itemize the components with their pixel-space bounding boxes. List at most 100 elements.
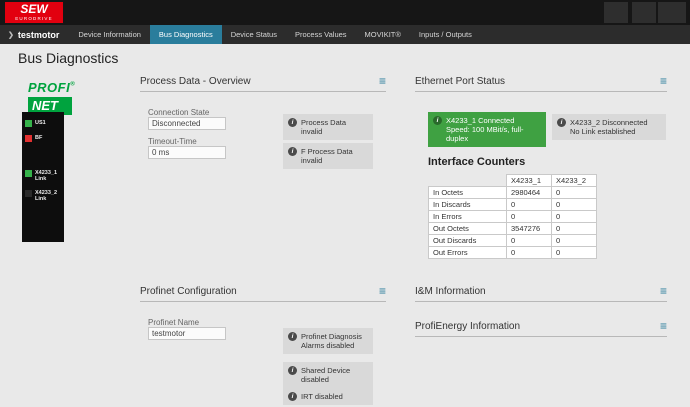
cell-value: 0 — [551, 198, 597, 211]
breadcrumb-device-name: testmotor — [17, 29, 60, 40]
info-icon: i — [288, 332, 297, 341]
cell-value: 3547276 — [506, 222, 552, 235]
connection-state-field[interactable] — [148, 117, 226, 130]
led-red-icon — [25, 135, 32, 142]
port-status-badge-x4233-1: i X4233_1 Connected Speed: 100 MBit/s, f… — [428, 112, 546, 147]
collapse-icon[interactable]: ≡ — [379, 75, 386, 87]
info-icon: i — [433, 116, 442, 125]
expand-icon[interactable]: ≡ — [660, 285, 667, 297]
led-label: X4233_1 Link — [35, 170, 58, 182]
titlebar-button-2[interactable] — [632, 2, 656, 23]
status-badge-irt: i IRT disabled — [283, 388, 373, 405]
led-x4233-1-link: X4233_1 Link — [25, 170, 61, 182]
table-row: In Octets 2980464 0 — [428, 186, 597, 199]
column-header: X4233_2 — [551, 174, 597, 187]
corner-cell — [429, 175, 507, 187]
row-label: Out Discards — [428, 234, 507, 247]
info-icon: i — [288, 392, 297, 401]
cell-value: 0 — [551, 234, 597, 247]
led-bf: BF — [25, 135, 61, 142]
section-header-profienergy-information: ProfiEnergy Information ≡ — [415, 320, 667, 337]
led-label: US1 — [35, 120, 46, 126]
led-us1: US1 — [25, 120, 61, 127]
cell-value: 0 — [506, 210, 552, 223]
cell-value: 0 — [551, 222, 597, 235]
badge-text: Profinet Diagnosis Alarms disabled — [301, 332, 362, 350]
sew-logo: SEW EURODRIVE — [5, 2, 63, 23]
connection-state-label: Connection State — [148, 108, 210, 117]
badge-text: IRT disabled — [301, 392, 343, 401]
tab-device-status[interactable]: Device Status — [222, 25, 286, 44]
status-badge-shared-device: i Shared Device disabled — [283, 362, 373, 388]
page-title: Bus Diagnostics — [18, 50, 119, 66]
collapse-icon[interactable]: ≡ — [379, 285, 386, 297]
section-title: ProfiEnergy Information — [415, 321, 521, 332]
led-label: BF — [35, 135, 43, 141]
tab-movikit[interactable]: MOVIKIT® — [356, 25, 410, 44]
cell-value: 0 — [506, 198, 552, 211]
timeout-time-field[interactable] — [148, 146, 226, 159]
timeout-time-label: Timeout-Time — [148, 137, 197, 146]
row-label: In Errors — [428, 210, 507, 223]
profinet-logo-profi: PROFI — [28, 80, 71, 95]
table-header-row: X4233_1 X4233_2 — [429, 174, 597, 187]
tab-device-information[interactable]: Device Information — [69, 25, 150, 44]
table-row: Out Errors 0 0 — [428, 246, 597, 259]
table-row: Out Discards 0 0 — [428, 234, 597, 247]
titlebar: SEW EURODRIVE — [0, 0, 690, 25]
breadcrumb[interactable]: ❯ testmotor — [0, 25, 69, 44]
led-x4233-2-link: X4233_2 Link — [25, 190, 61, 202]
titlebar-button-3[interactable] — [658, 2, 686, 23]
info-icon: i — [288, 147, 297, 156]
badge-text: F Process Data invalid — [301, 147, 353, 165]
column-header: X4233_1 — [506, 174, 552, 187]
section-header-profinet-configuration: Profinet Configuration ≡ — [140, 285, 386, 302]
section-title: Profinet Configuration — [140, 286, 237, 297]
tab-inputs-outputs[interactable]: Inputs / Outputs — [410, 25, 481, 44]
info-icon: i — [288, 366, 297, 375]
tab-process-values[interactable]: Process Values — [286, 25, 356, 44]
port-detail: Speed: 100 MBit/s, full-duplex — [446, 125, 524, 143]
device-image: US1 BF X4233_1 Link X4233_2 Link — [22, 112, 64, 242]
profinet-logo: PROFI® NET — [28, 80, 75, 115]
table-row: Out Octets 3547276 0 — [428, 222, 597, 235]
info-icon: i — [557, 118, 566, 127]
section-header-im-information: I&M Information ≡ — [415, 285, 667, 302]
badge-text: Process Data invalid — [301, 118, 347, 136]
interface-counters-table: X4233_1 X4233_2 In Octets 2980464 0 In D… — [428, 174, 597, 259]
nav-bar: ❯ testmotor Device Information Bus Diagn… — [0, 25, 690, 44]
device-spacer — [25, 150, 61, 170]
section-title: I&M Information — [415, 286, 486, 297]
port-name: X4233_2 Disconnected — [570, 118, 648, 127]
table-row: In Discards 0 0 — [428, 198, 597, 211]
cell-value: 0 — [506, 246, 552, 259]
chevron-right-icon: ❯ — [8, 31, 14, 39]
badge-text: Shared Device disabled — [301, 366, 351, 384]
profinet-name-label: Profinet Name — [148, 318, 200, 327]
led-green-icon — [25, 170, 32, 177]
titlebar-button-1[interactable] — [604, 2, 628, 23]
info-icon: i — [288, 118, 297, 127]
row-label: In Octets — [428, 186, 507, 199]
expand-icon[interactable]: ≡ — [660, 320, 667, 332]
row-label: In Discards — [428, 198, 507, 211]
interface-counters-title: Interface Counters — [428, 156, 526, 168]
led-off-icon — [25, 190, 32, 197]
status-badge-f-process-data-invalid: i F Process Data invalid — [283, 143, 373, 169]
section-title: Ethernet Port Status — [415, 76, 506, 87]
row-label: Out Errors — [428, 246, 507, 259]
sew-logo-text: SEW — [20, 2, 48, 16]
port-status-badge-x4233-2: i X4233_2 Disconnected No Link establish… — [552, 114, 666, 140]
cell-value: 0 — [506, 234, 552, 247]
cell-value: 0 — [551, 246, 597, 259]
cell-value: 0 — [551, 210, 597, 223]
tab-bus-diagnostics[interactable]: Bus Diagnostics — [149, 25, 222, 44]
section-header-ethernet-port-status: Ethernet Port Status ≡ — [415, 75, 667, 92]
port-name: X4233_1 Connected — [446, 116, 515, 125]
eurodrive-logo-text: EURODRIVE — [15, 16, 53, 21]
profinet-name-field[interactable] — [148, 327, 226, 340]
cell-value: 0 — [551, 186, 597, 199]
registered-mark: ® — [70, 81, 75, 88]
collapse-icon[interactable]: ≡ — [660, 75, 667, 87]
status-badge-diagnosis-alarms: i Profinet Diagnosis Alarms disabled — [283, 328, 373, 354]
